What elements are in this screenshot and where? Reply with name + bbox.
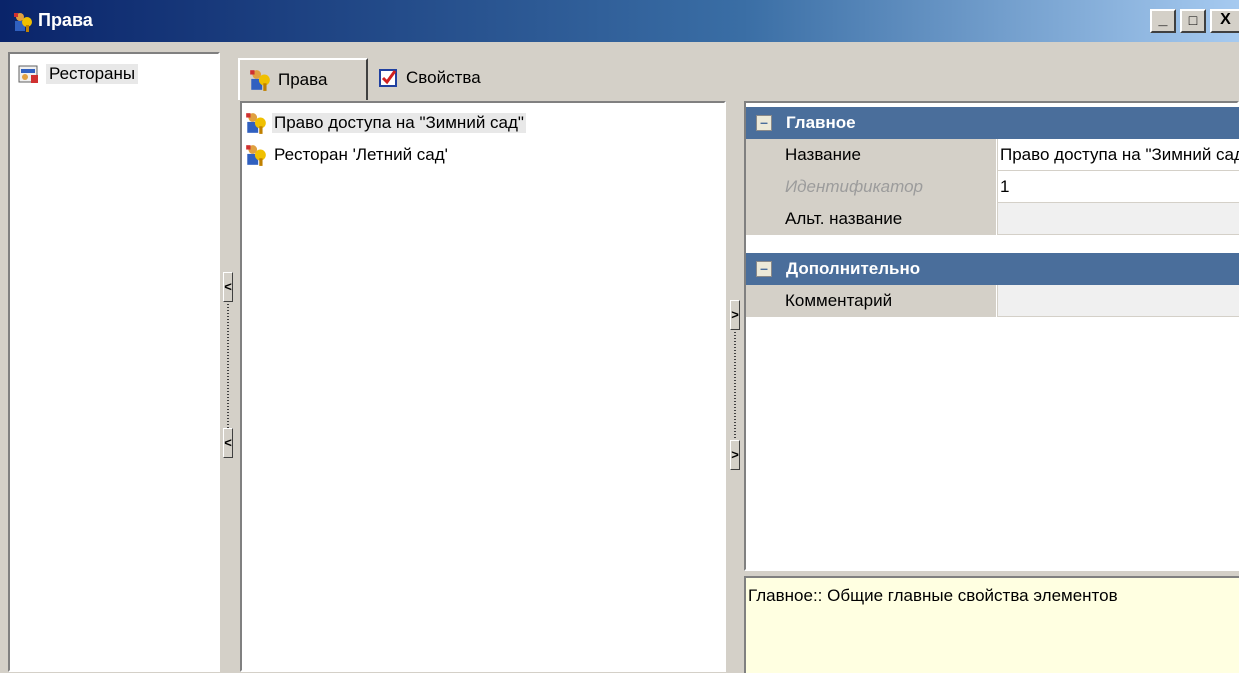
collapse-left-button[interactable]: <: [223, 272, 233, 302]
property-row-alt-name[interactable]: Альт. название: [746, 203, 1239, 235]
category-label: Главное: [786, 113, 856, 132]
splitter-grip: [227, 304, 229, 428]
list-item[interactable]: Право доступа на "Зимний сад": [244, 111, 526, 135]
collapse-toggle[interactable]: –: [756, 115, 772, 131]
tree-node-label: Рестораны: [46, 64, 139, 84]
property-value[interactable]: [997, 285, 1239, 317]
description-panel: Главное:: Общие главные свойства элемент…: [744, 576, 1239, 673]
category-main[interactable]: – Главное: [746, 107, 1239, 139]
restaurants-icon: [18, 65, 38, 83]
left-splitter[interactable]: < <: [222, 52, 234, 672]
property-name: Название: [776, 139, 996, 171]
rights-icon: [246, 145, 266, 166]
splitter-grip: [734, 332, 736, 440]
title-bar[interactable]: Права _ □ X: [0, 0, 1239, 44]
list-item[interactable]: Ресторан 'Летний сад': [244, 143, 450, 167]
minimize-button[interactable]: _: [1150, 9, 1176, 33]
tab-properties[interactable]: Свойства: [370, 58, 520, 98]
tree-node-restaurants[interactable]: Рестораны: [18, 62, 139, 86]
description-text: Главное:: Общие главные свойства элемент…: [748, 586, 1118, 605]
property-value[interactable]: Право доступа на "Зимний сад": [997, 139, 1239, 171]
list-item-label: Ресторан 'Летний сад': [274, 145, 448, 164]
window-title: Права: [38, 10, 93, 30]
row-margin: [746, 285, 776, 317]
row-margin: [746, 203, 776, 235]
properties-checkbox-icon: [379, 69, 397, 87]
right-splitter[interactable]: > >: [729, 101, 741, 571]
rights-icon: [246, 113, 266, 134]
rights-icon: [14, 13, 32, 32]
collapse-right-button-2[interactable]: >: [730, 440, 740, 470]
property-row-id[interactable]: Идентификатор 1: [746, 171, 1239, 203]
row-margin: [746, 171, 776, 203]
property-name: Комментарий: [776, 285, 996, 317]
category-label: Дополнительно: [786, 259, 921, 278]
list-item-label: Право доступа на "Зимний сад": [272, 113, 526, 133]
category-additional[interactable]: – Дополнительно: [746, 253, 1239, 285]
maximize-button[interactable]: □: [1180, 9, 1206, 33]
rights-list[interactable]: Право доступа на "Зимний сад" Ресторан '…: [240, 101, 726, 672]
collapse-left-button-2[interactable]: <: [223, 428, 233, 458]
property-value[interactable]: [997, 203, 1239, 235]
property-row-name[interactable]: Название Право доступа на "Зимний сад": [746, 139, 1239, 171]
collapse-toggle[interactable]: –: [756, 261, 772, 277]
tab-rights-label: Права: [278, 70, 328, 89]
tab-properties-label: Свойства: [406, 68, 481, 87]
property-grid[interactable]: – Главное Название Право доступа на "Зим…: [744, 101, 1239, 571]
property-name: Идентификатор: [776, 171, 996, 203]
property-name: Альт. название: [776, 203, 996, 235]
close-button[interactable]: X: [1210, 9, 1239, 33]
restaurants-tree[interactable]: Рестораны: [8, 52, 220, 672]
property-value[interactable]: 1: [997, 171, 1239, 203]
collapse-right-button[interactable]: >: [730, 300, 740, 330]
property-row-comment[interactable]: Комментарий: [746, 285, 1239, 317]
tab-rights[interactable]: Права: [238, 58, 368, 100]
rights-icon: [250, 70, 270, 91]
row-margin: [746, 139, 776, 171]
